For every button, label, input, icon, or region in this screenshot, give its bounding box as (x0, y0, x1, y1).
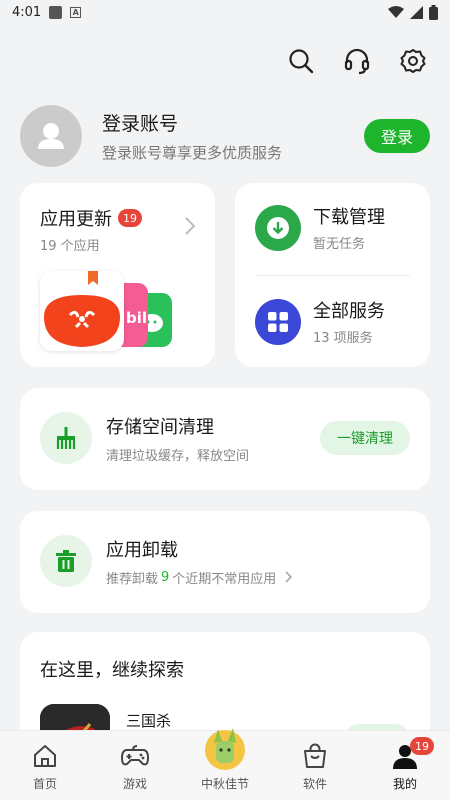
update-count-badge: 19 (118, 209, 142, 227)
top-actions (284, 44, 430, 78)
all-services-title: 全部服务 (313, 301, 385, 322)
update-app-icons: bili (40, 271, 180, 351)
download-icon-circle (255, 204, 301, 251)
all-services-subtitle: 13 项服务 (313, 331, 373, 346)
download-icon (267, 216, 289, 239)
customer-service-button[interactable] (340, 44, 374, 78)
nav-home[interactable]: 首页 (0, 731, 90, 800)
broom-icon-circle (40, 412, 92, 464)
search-icon (289, 49, 314, 74)
default-user-icon (38, 123, 64, 149)
trash-icon (56, 550, 76, 572)
app-updates-subtitle: 19 个应用 (40, 239, 100, 254)
account-title: 登录账号 (102, 113, 179, 135)
bag-icon (304, 743, 326, 768)
app-uninstall-title: 应用卸载 (106, 539, 178, 561)
festival-icon (205, 728, 245, 770)
nav-software[interactable]: 软件 (270, 731, 360, 800)
bottom-nav: 首页 游戏 中秋佳节 软件 19 我的 (0, 728, 450, 800)
nav-mine-label: 我的 (392, 777, 417, 791)
nav-software-label: 软件 (302, 777, 327, 791)
storage-clean-card[interactable]: 存储空间清理 清理垃圾缓存，释放空间 一键清理 (20, 388, 430, 490)
wifi-icon (388, 5, 404, 18)
nav-games-label: 游戏 (122, 777, 147, 791)
download-manager-row[interactable]: 下载管理 暂无任务 (255, 203, 410, 252)
app-updates-card[interactable]: 应用更新 19 19 个应用 bili (20, 183, 215, 367)
nav-mine[interactable]: 19 我的 (360, 731, 450, 800)
download-manager-subtitle: 暂无任务 (313, 237, 366, 252)
tomato-novel-app-icon (40, 271, 124, 351)
status-time: 4:01 (12, 4, 42, 20)
download-manager-title: 下载管理 (313, 207, 385, 228)
uninstall-suffix: 个近期不常用应用 (172, 571, 277, 587)
nav-games[interactable]: 游戏 (90, 731, 180, 800)
home-icon (34, 745, 56, 767)
grid-icon (268, 311, 288, 332)
login-button[interactable]: 登录 (364, 119, 430, 153)
app-uninstall-subtitle: 推荐卸载 9 个近期不常用应用 (106, 568, 293, 587)
battery-icon (429, 4, 438, 20)
nav-home-label: 首页 (32, 777, 57, 791)
all-services-row[interactable]: 全部服务 13 项服务 (255, 297, 410, 346)
nav-festival-label: 中秋佳节 (200, 777, 249, 791)
one-click-clean-button[interactable]: 一键清理 (320, 421, 410, 455)
chevron-right-icon (185, 217, 195, 235)
storage-clean-subtitle: 清理垃圾缓存，释放空间 (106, 448, 250, 464)
nav-mine-badge: 19 (410, 737, 434, 755)
headset-icon (344, 48, 370, 75)
app-uninstall-card[interactable]: 应用卸载 推荐卸载 9 个近期不常用应用 (20, 511, 430, 613)
account-subtitle: 登录账号尊享更多优质服务 (102, 144, 283, 162)
explore-title: 在这里，继续探索 (40, 660, 184, 681)
divider (255, 275, 410, 276)
notification-icon (49, 5, 63, 19)
gear-icon (400, 49, 426, 73)
avatar[interactable] (20, 105, 82, 167)
grid-icon-circle (255, 298, 301, 345)
services-card: 下载管理 暂无任务 全部服务 13 项服务 (235, 183, 430, 367)
status-bar: 4:01 A (0, 0, 450, 24)
chevron-right-icon (285, 571, 293, 583)
signal-icon (410, 5, 423, 19)
gamepad-icon (121, 745, 149, 766)
search-button[interactable] (284, 44, 318, 78)
explore-app-name: 三国杀 (126, 712, 172, 730)
account-row[interactable]: 登录账号 登录账号尊享更多优质服务 登录 (20, 104, 430, 168)
storage-clean-title: 存储空间清理 (106, 416, 214, 438)
font-notification-icon: A (70, 6, 82, 18)
app-updates-title: 应用更新 (40, 209, 112, 230)
nav-festival[interactable]: 中秋佳节 (180, 728, 270, 800)
svg-text:bili: bili (126, 309, 148, 327)
broom-icon (56, 427, 76, 449)
uninstall-prefix: 推荐卸载 (106, 571, 159, 587)
uninstall-count: 9 (161, 569, 170, 585)
settings-button[interactable] (396, 44, 430, 78)
trash-icon-circle (40, 535, 92, 587)
